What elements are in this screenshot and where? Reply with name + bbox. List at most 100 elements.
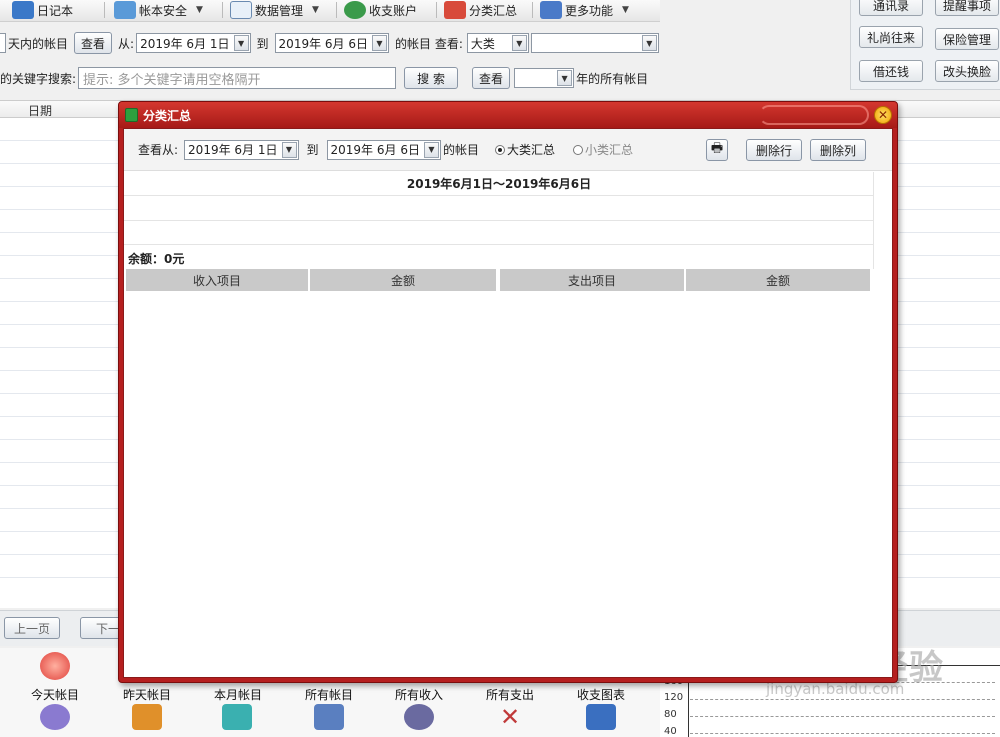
- change-skin-button[interactable]: 改头换脸: [935, 60, 999, 82]
- dialog-accounts-label: 的帐目: [442, 143, 479, 157]
- report-right-border: [873, 172, 874, 269]
- summary-report: 2019年6月1日～2019年6月6日 余额：0元 收入项目 金额 支出项目 金…: [124, 172, 874, 677]
- dialog-to-date-picker[interactable]: 2019年 6月 6日 ▼: [326, 139, 441, 160]
- year-accounts-label: 年的所有帐目: [576, 71, 649, 86]
- account-security-icon: [114, 1, 136, 19]
- view-year-button[interactable]: 查看: [472, 67, 511, 89]
- from-label: 从:: [118, 36, 135, 51]
- dropdown-arrow-icon[interactable]: ▼: [233, 35, 249, 51]
- gift-exchange-button[interactable]: 礼尚往来: [859, 26, 923, 48]
- dropdown-arrow-icon[interactable]: ▼: [641, 35, 657, 51]
- toolbar-data-management-button[interactable]: 数据管理 ▼: [230, 0, 319, 20]
- document-icon[interactable]: [586, 704, 616, 730]
- dialog-to-label: 到: [306, 143, 319, 157]
- y-tick-label: 80: [664, 709, 677, 720]
- toolbar-account-security-button[interactable]: 帐本安全 ▼: [114, 0, 203, 20]
- date-query-row: 天内的帐目 查看 从: 2019年 6月 1日 ▼ 到 2019年 6月 6日 …: [0, 30, 660, 56]
- radio-unchecked-icon: [573, 144, 583, 155]
- to-label: 到: [256, 36, 269, 51]
- report-title: 2019年6月1日～2019年6月6日: [124, 172, 874, 196]
- category-summary-icon: [444, 1, 466, 19]
- keyword-search-row: 的关键字搜索: 提示: 多个关键字请用空格隔开 搜 索 查看 ▼ 年的所有帐目: [0, 64, 660, 92]
- report-row-line: [124, 220, 874, 221]
- dialog-toolbar: 查看从: 2019年 6月 1日 ▼ 到 2019年 6月 6日 ▼ 的帐目 大…: [124, 129, 892, 171]
- right-quick-panel: 通讯录 提醒事项 礼尚往来 保险管理 借还钱 改头换脸: [850, 0, 1000, 90]
- view-days-button[interactable]: 查看: [74, 32, 113, 54]
- toolbar-separator: [436, 2, 437, 18]
- accounts-view-label: 的帐目 查看:: [395, 36, 463, 51]
- data-management-icon: [230, 1, 252, 19]
- from-date-picker[interactable]: 2019年 6月 1日 ▼: [136, 33, 251, 53]
- notebook-icon: [12, 1, 34, 19]
- calendar-search-icon[interactable]: [40, 704, 70, 730]
- toolbar-separator: [336, 2, 337, 18]
- delete-column-button[interactable]: 删除列: [810, 139, 866, 161]
- toolbar-separator: [222, 2, 223, 18]
- reminders-button[interactable]: 提醒事项: [935, 0, 999, 16]
- dropdown-arrow-icon: ▼: [196, 5, 203, 15]
- today-accounts-button[interactable]: 今天帐目: [10, 652, 100, 703]
- close-button[interactable]: ✕: [874, 106, 892, 124]
- dialog-body: 查看从: 2019年 6月 1日 ▼ 到 2019年 6月 6日 ▼ 的帐目 大…: [123, 128, 893, 678]
- summary-table-header: 收入项目 金额 支出项目 金额: [126, 269, 872, 291]
- toolbar-more-functions-button[interactable]: 更多功能 ▼: [540, 0, 629, 20]
- today-accounts-icon: [40, 652, 70, 680]
- print-button[interactable]: 🖶: [706, 139, 728, 161]
- cross-tools-icon[interactable]: ✕: [495, 704, 525, 730]
- dialog-from-date-picker[interactable]: 2019年 6月 1日 ▼: [184, 139, 299, 160]
- printer-icon: 🖶: [710, 141, 724, 156]
- days-input[interactable]: [0, 33, 6, 53]
- radio-checked-icon: [494, 144, 505, 155]
- y-tick-label: 120: [664, 692, 684, 703]
- subcategory-select[interactable]: ▼: [530, 33, 659, 53]
- toolbar-notebook-button[interactable]: 日记本: [12, 0, 73, 20]
- income-amount-header[interactable]: 金额: [310, 269, 498, 291]
- search-button[interactable]: 搜 索: [404, 67, 459, 89]
- loans-button[interactable]: 借还钱: [859, 60, 923, 82]
- income-expense-account-icon: [344, 1, 366, 19]
- view-from-label: 查看从:: [138, 143, 179, 157]
- dropdown-arrow-icon[interactable]: ▼: [372, 35, 387, 51]
- expense-amount-header[interactable]: 金额: [686, 269, 872, 291]
- main-toolbar: 日记本 帐本安全 ▼ 数据管理 ▼ 收支账户 分类汇总 更多功能 ▼: [0, 0, 660, 22]
- report-row-line: [124, 244, 874, 245]
- income-item-header[interactable]: 收入项目: [126, 269, 310, 291]
- prev-page-button[interactable]: 上一页: [4, 617, 60, 639]
- dropdown-arrow-icon[interactable]: ▼: [557, 70, 573, 86]
- toolbar-income-expense-account-button[interactable]: 收支账户: [344, 0, 417, 20]
- tool-icon[interactable]: [404, 704, 434, 730]
- toolbar-category-summary-button[interactable]: 分类汇总: [444, 0, 517, 20]
- major-category-radio[interactable]: 大类汇总: [494, 141, 555, 158]
- to-date-picker[interactable]: 2019年 6月 6日 ▼: [274, 33, 389, 53]
- mini-chart-gridline: [690, 716, 995, 717]
- category-summary-dialog: 分类汇总 ✕ 查看从: 2019年 6月 1日 ▼ 到 2019年 6月 6日 …: [118, 101, 898, 683]
- keyword-search-input[interactable]: 提示: 多个关键字请用空格隔开: [78, 67, 397, 89]
- insurance-management-button[interactable]: 保险管理: [935, 28, 999, 50]
- camera-icon[interactable]: [222, 704, 252, 730]
- expense-item-header[interactable]: 支出项目: [498, 269, 686, 291]
- printer-export-icon[interactable]: [132, 704, 162, 730]
- dropdown-arrow-icon: ▼: [622, 5, 629, 15]
- balance-label: 余额：0元: [128, 252, 185, 266]
- toolbar-separator: [532, 2, 533, 18]
- dropdown-arrow-icon[interactable]: ▼: [511, 35, 527, 51]
- more-functions-icon: [540, 1, 562, 19]
- delete-row-button[interactable]: 删除行: [746, 139, 802, 161]
- window-grid-icon[interactable]: [314, 704, 344, 730]
- toolbar-separator: [104, 2, 105, 18]
- dialog-title-bar[interactable]: 分类汇总 ✕: [119, 102, 897, 128]
- category-select[interactable]: 大类 ▼: [466, 33, 529, 53]
- cloud-ornament-icon: [759, 105, 869, 125]
- minor-category-radio[interactable]: 小类汇总: [573, 141, 633, 158]
- book-icon: [125, 108, 138, 122]
- year-select[interactable]: ▼: [514, 68, 575, 88]
- contacts-button[interactable]: 通讯录: [859, 0, 923, 16]
- mini-chart-gridline: [690, 733, 995, 734]
- y-tick-label: 40: [664, 726, 677, 737]
- dropdown-arrow-icon[interactable]: ▼: [423, 141, 439, 158]
- date-column-header[interactable]: 日期: [28, 102, 52, 119]
- close-icon: ✕: [877, 108, 889, 122]
- dropdown-arrow-icon[interactable]: ▼: [281, 141, 297, 158]
- dropdown-arrow-icon: ▼: [312, 5, 319, 15]
- days-label: 天内的帐目: [8, 36, 69, 51]
